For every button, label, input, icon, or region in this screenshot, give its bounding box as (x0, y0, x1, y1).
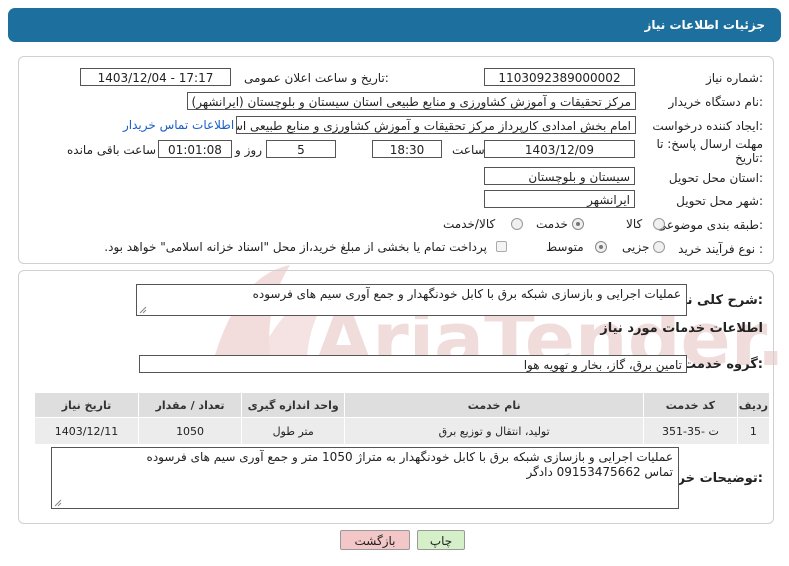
announce-datetime-label: تاریخ و ساعت اعلان عمومی: (244, 71, 389, 85)
page-header: جزئیات اطلاعات نیاز (8, 8, 781, 42)
cell-unit: متر طول (241, 417, 346, 445)
category-radio-service[interactable] (572, 218, 584, 230)
resize-grip-icon[interactable] (139, 306, 147, 314)
need-number-field[interactable]: 1103092389000002 (484, 68, 635, 86)
col-header-service-code: کد خدمت (643, 392, 738, 418)
deadline-remaining-field[interactable]: 01:01:08 (158, 140, 232, 158)
cell-row-number: 1 (736, 417, 771, 445)
deadline-time-field[interactable]: 18:30 (372, 140, 442, 158)
cell-service-name: تولید، انتقال و توزیع برق (344, 417, 645, 445)
col-header-quantity: تعداد / مقدار (137, 392, 243, 418)
process-radio-minor[interactable] (653, 241, 665, 253)
category-option-service: خدمت (536, 217, 568, 231)
category-label: طبقه بندی موضوعی: (656, 218, 763, 232)
buyer-contact-link[interactable]: اطلاعات تماس خریدار (123, 118, 234, 132)
col-header-row-number: ردیف (736, 392, 771, 418)
service-group-field[interactable]: تامین برق، گاز، بخار و تهویه هوا (139, 355, 687, 373)
city-label: شهر محل تحویل: (676, 194, 763, 208)
col-header-unit: واحد اندازه گیری (241, 392, 346, 418)
need-number-label: شماره نیاز: (705, 71, 763, 85)
cell-service-code: ت -35-351 (643, 417, 738, 445)
services-section-title: اطلاعات خدمات مورد نیاز (600, 321, 763, 336)
deadline-days-label: روز و (235, 143, 262, 157)
requester-label: ایجاد کننده درخواست: (652, 119, 763, 133)
deadline-days-field[interactable]: 5 (266, 140, 336, 158)
announce-datetime-field[interactable]: 1403/12/04 - 17:17 (80, 68, 231, 86)
buyer-org-label: نام دستگاه خریدار: (668, 95, 764, 109)
category-radio-goods-service[interactable] (511, 218, 523, 230)
summary-textarea[interactable]: عملیات اجرایی و بازسازی شبکه برق با کابل… (136, 284, 687, 316)
resize-grip-icon[interactable] (54, 499, 62, 507)
treasury-payment-note: پرداخت تمام یا بخشی از مبلغ خرید،از محل … (104, 240, 487, 254)
process-option-medium: متوسط (546, 240, 584, 254)
col-header-service-name: نام خدمت (344, 392, 645, 418)
service-group-label: گروه خدمت: (683, 357, 763, 372)
cell-quantity: 1050 (137, 417, 243, 445)
deadline-label-line1: مهلت ارسال پاسخ: تا (656, 137, 763, 151)
back-button[interactable]: بازگشت (340, 530, 410, 550)
table-header-row: ردیف کد خدمت نام خدمت واحد اندازه گیری ت… (34, 392, 771, 418)
buyer-org-field[interactable]: مرکز تحقیقات و آموزش کشاورزی و منابع طبی… (187, 92, 636, 110)
deadline-label-line2: تاریخ: (735, 151, 763, 165)
province-label: استان محل تحویل: (668, 171, 763, 185)
category-radio-goods[interactable] (653, 218, 665, 230)
requester-field[interactable]: امام بخش امدادی کارپرداز مرکز تحقیقات و … (236, 116, 636, 134)
col-header-need-date: تاریخ نیاز (34, 392, 139, 418)
buyer-notes-line2: تماس 09153475662 دادگر (526, 465, 673, 479)
table-row: 1 ت -35-351 تولید، انتقال و توزیع برق مت… (34, 417, 771, 445)
process-type-label: نوع فرآیند خرید : (678, 242, 763, 256)
print-button[interactable]: چاپ (417, 530, 465, 550)
treasury-payment-checkbox[interactable] (496, 241, 507, 252)
process-option-minor: جزیی (622, 240, 650, 254)
services-table: ردیف کد خدمت نام خدمت واحد اندازه گیری ت… (34, 392, 771, 445)
deadline-time-label: ساعت (452, 143, 485, 157)
deadline-date-field[interactable]: 1403/12/09 (484, 140, 635, 158)
need-info-panel (18, 56, 774, 264)
city-field[interactable]: ایرانشهر (484, 190, 635, 208)
category-option-goods: کالا (626, 217, 643, 231)
buyer-notes-textarea[interactable]: عملیات اجرایی و بازسازی شبکه برق با کابل… (51, 447, 679, 509)
deadline-remaining-label: ساعت باقی مانده (67, 143, 157, 157)
cell-need-date: 1403/12/11 (34, 417, 139, 445)
province-field[interactable]: سیستان و بلوچستان (484, 167, 635, 185)
page-title: جزئیات اطلاعات نیاز (644, 18, 765, 32)
category-option-goods-service: کالا/خدمت (443, 217, 496, 231)
summary-text: عملیات اجرایی و بازسازی شبکه برق با کابل… (252, 287, 681, 301)
process-radio-medium[interactable] (595, 241, 607, 253)
buyer-notes-line1: عملیات اجرایی و بازسازی شبکه برق با کابل… (146, 450, 673, 464)
